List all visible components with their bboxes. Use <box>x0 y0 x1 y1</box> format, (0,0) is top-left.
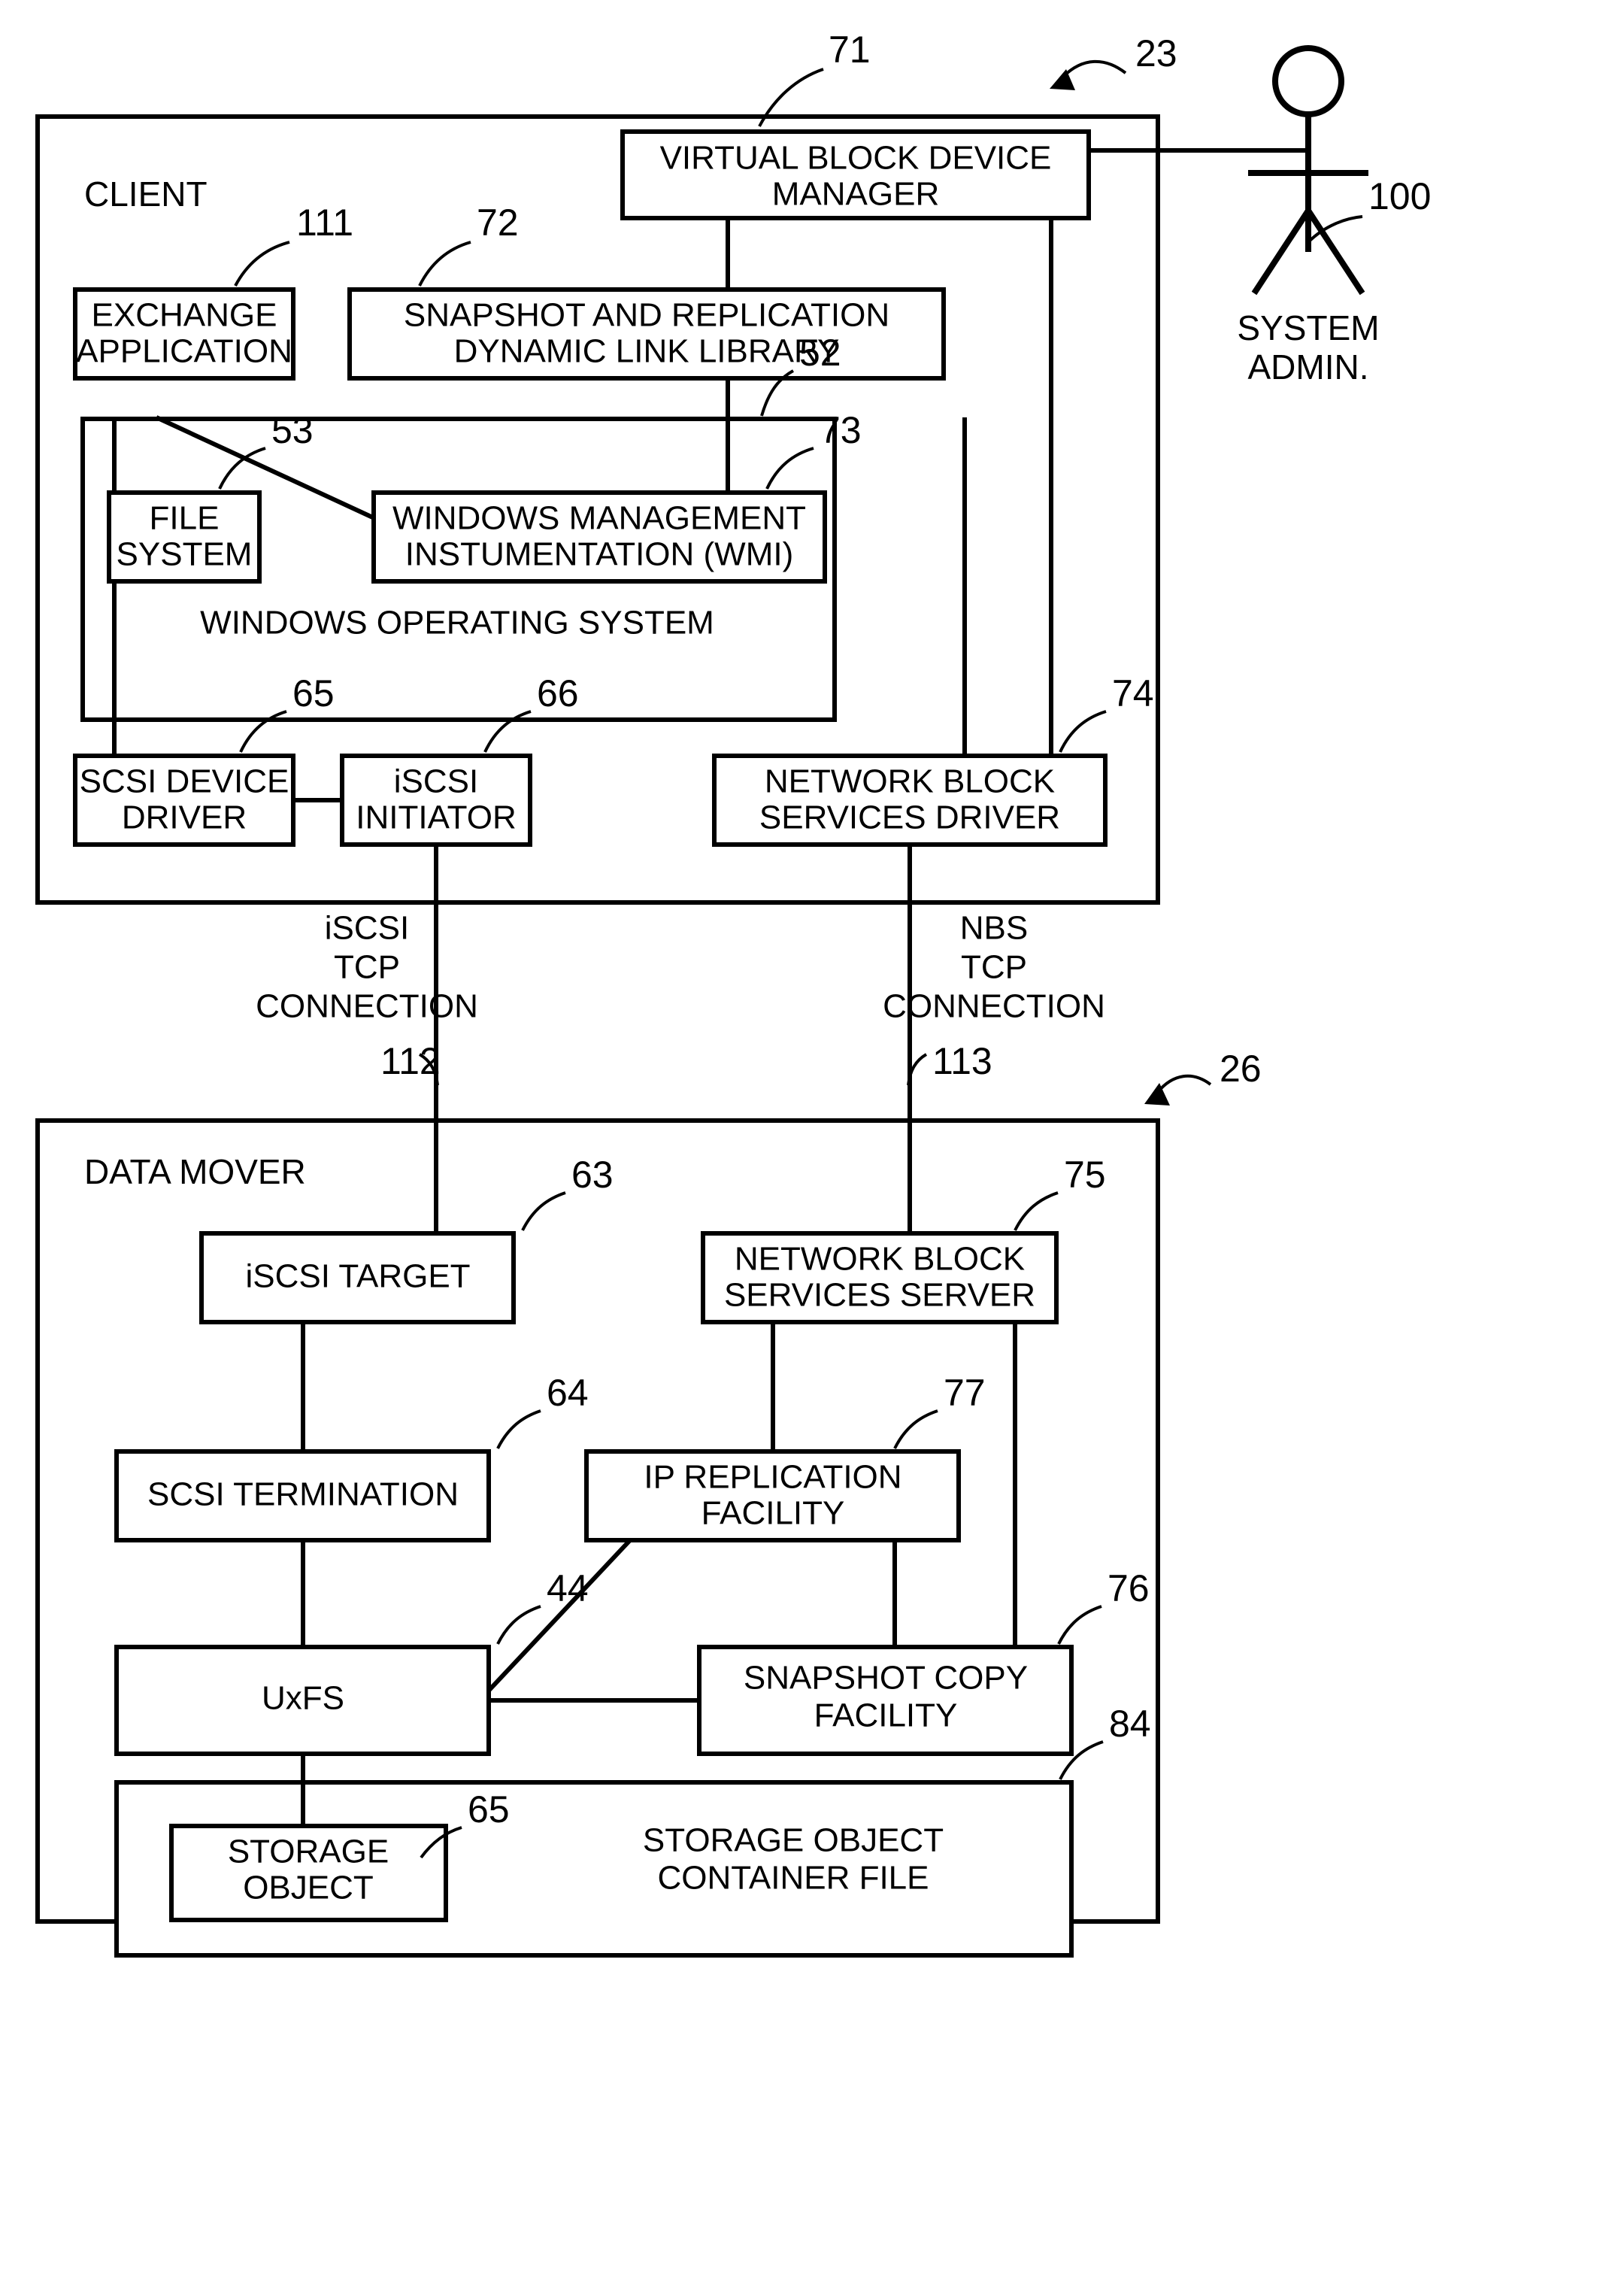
ip-replication-label-line2: FACILITY <box>701 1495 845 1532</box>
iscsi-conn-ref-number: 112 <box>380 1040 441 1082</box>
data-mover-ref-number: 26 <box>1220 1048 1262 1090</box>
container-file-label-line2: CONTAINER FILE <box>657 1860 929 1897</box>
snapshot-copy-ref-leader <box>1057 1605 1102 1645</box>
file-system-label-line1: FILE <box>150 500 220 537</box>
data-mover-ref-leader <box>1156 1074 1212 1093</box>
container-file-ref-number: 84 <box>1109 1703 1151 1745</box>
exchange-ref-number: 111 <box>296 202 353 244</box>
file-system-ref-leader <box>218 447 266 490</box>
nbs-server-ref-leader <box>1014 1191 1059 1231</box>
scsi-driver-ref-number: 65 <box>292 672 335 714</box>
ip-replication-ref-leader <box>893 1409 938 1449</box>
iscsi-initiator-label-line1: iSCSI <box>394 763 478 800</box>
dll-label-line2: DYNAMIC LINK LIBRARY <box>454 333 840 370</box>
windows-os-label: WINDOWS OPERATING SYSTEM <box>200 605 714 641</box>
iscsi-initiator-label-line2: INITIATOR <box>356 799 517 836</box>
scsi-termination-ref-number: 64 <box>547 1372 589 1414</box>
nbs-server-label-line1: NETWORK BLOCK <box>735 1241 1025 1278</box>
client-ref-number: 23 <box>1135 32 1177 74</box>
exchange-ref-leader <box>234 241 290 287</box>
nbs-conn-label-line1: NBS <box>960 910 1028 947</box>
iscsi-target-ref-leader <box>521 1191 566 1231</box>
sysadmin-head-icon <box>1272 45 1344 117</box>
iscsi-target-ref-number: 63 <box>571 1154 614 1196</box>
storage-object-ref-number: 65 <box>468 1788 510 1830</box>
iscsi-target-label: iSCSI TARGET <box>245 1258 470 1295</box>
nbs-conn-label-line3: CONNECTION <box>883 988 1105 1025</box>
storage-object-label-line2: OBJECT <box>243 1870 374 1906</box>
client-ref-leader <box>1062 59 1127 78</box>
windows-os-ref-number: 52 <box>799 332 841 374</box>
iscsi-conn-label-line3: CONNECTION <box>256 988 478 1025</box>
iscsi-conn-label-line1: iSCSI <box>325 910 409 947</box>
file-system-label-line2: SYSTEM <box>117 536 253 573</box>
nbs-driver-ref-leader <box>1059 710 1107 753</box>
container-file-label-line1: STORAGE OBJECT <box>643 1822 944 1859</box>
client-ref-arrowhead <box>1050 69 1075 90</box>
conn-ipreplication-to-uxfs <box>486 1538 632 1693</box>
sysadmin-label-line1: SYSTEM <box>1237 308 1379 347</box>
data-mover-ref-arrowhead <box>1144 1083 1170 1106</box>
scsi-driver-label-line1: SCSI DEVICE <box>80 763 289 800</box>
nbs-server-ref-number: 75 <box>1064 1154 1106 1196</box>
iscsi-conn-label-line2: TCP <box>334 949 400 986</box>
ip-replication-ref-number: 77 <box>944 1372 986 1414</box>
vbdm-ref-number: 71 <box>829 29 871 71</box>
patent-figure-page: CLIENT 23 VIRTUAL BLOCK DEVICE MANAGER 7… <box>0 0 1606 2296</box>
file-system-ref-number: 53 <box>271 409 314 451</box>
nbs-driver-label-line2: SERVICES DRIVER <box>759 799 1060 836</box>
client-label: CLIENT <box>84 174 208 214</box>
dll-ref-leader <box>418 241 471 287</box>
vbdm-label-line2: MANAGER <box>772 176 939 213</box>
block-diagram-canvas: CLIENT 23 VIRTUAL BLOCK DEVICE MANAGER 7… <box>35 29 1431 1958</box>
data-mover-label: DATA MOVER <box>84 1152 306 1191</box>
sysadmin-label-line2: ADMIN. <box>1248 347 1369 387</box>
exchange-label-line2: APPLICATION <box>76 333 292 370</box>
uxfs-label: UxFS <box>262 1680 344 1717</box>
scsi-termination-ref-leader <box>496 1409 541 1449</box>
sysadmin-ref-number: 100 <box>1368 175 1431 217</box>
wmi-label-line2: INSTUMENTATION (WMI) <box>405 536 794 573</box>
vbdm-label-line1: VIRTUAL BLOCK DEVICE <box>660 140 1052 177</box>
dll-label-line1: SNAPSHOT AND REPLICATION <box>404 297 889 334</box>
scsi-termination-label: SCSI TERMINATION <box>147 1476 459 1513</box>
nbs-server-label-line2: SERVICES SERVER <box>724 1277 1035 1314</box>
ip-replication-label-line1: IP REPLICATION <box>644 1459 901 1496</box>
nbs-driver-ref-number: 74 <box>1112 672 1154 714</box>
dll-ref-number: 72 <box>477 202 519 244</box>
snapshot-copy-label-line1: SNAPSHOT COPY <box>744 1660 1028 1697</box>
nbs-conn-ref-number: 113 <box>932 1040 992 1082</box>
scsi-driver-label-line2: DRIVER <box>122 799 247 836</box>
exchange-label-line1: EXCHANGE <box>92 297 277 334</box>
uxfs-ref-leader <box>496 1605 541 1645</box>
nbs-driver-label-line1: NETWORK BLOCK <box>765 763 1055 800</box>
storage-object-label-line1: STORAGE <box>228 1833 389 1870</box>
wmi-ref-leader <box>765 447 814 490</box>
snapshot-copy-ref-number: 76 <box>1108 1567 1150 1609</box>
iscsi-initiator-ref-number: 66 <box>537 672 579 714</box>
snapshot-copy-label-line2: FACILITY <box>814 1697 958 1734</box>
nbs-conn-label-line2: TCP <box>961 949 1027 986</box>
wmi-ref-number: 73 <box>820 409 862 451</box>
wmi-label-line1: WINDOWS MANAGEMENT <box>392 500 806 537</box>
